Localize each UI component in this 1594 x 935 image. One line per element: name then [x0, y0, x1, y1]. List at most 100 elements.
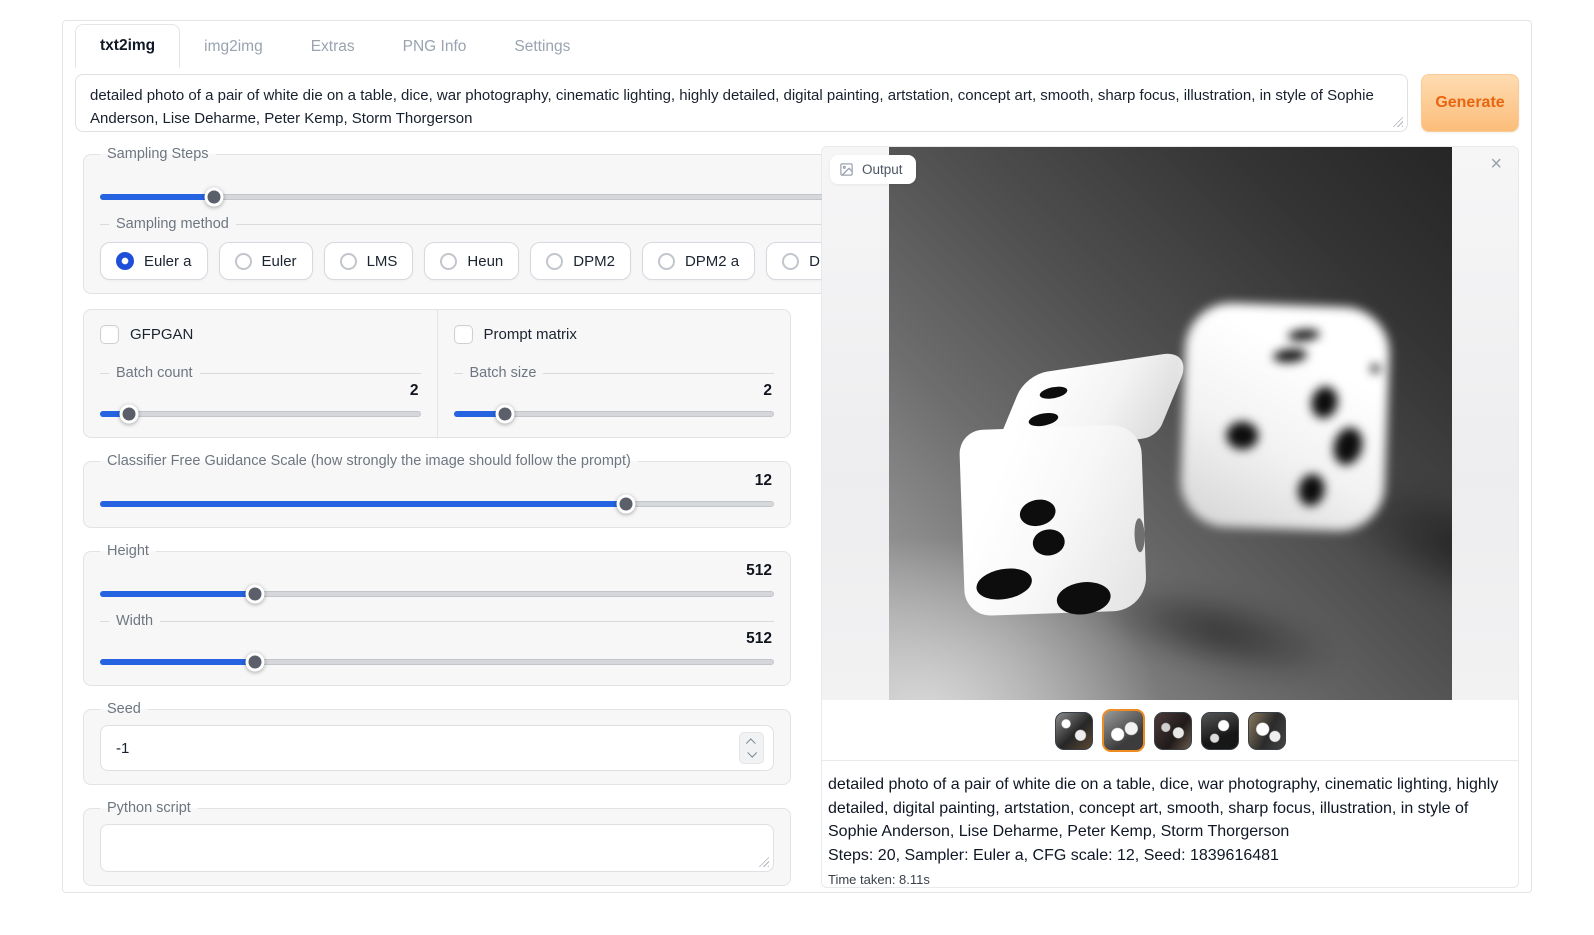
cfg-label: Classifier Free Guidance Scale (how stro… [100, 453, 638, 469]
thumbnail-5[interactable] [1248, 712, 1286, 750]
thumbnail-4[interactable] [1201, 712, 1239, 750]
prompt-input[interactable]: detailed photo of a pair of white die on… [75, 74, 1408, 132]
prompt-row: detailed photo of a pair of white die on… [63, 67, 1531, 144]
height-label: Height [100, 543, 156, 559]
prompt-matrix-checkbox[interactable] [454, 325, 473, 344]
radio-label: DPM2 a [685, 253, 739, 270]
slider-fill [100, 194, 214, 200]
thumbnail-strip [822, 700, 1518, 760]
slider-thumb[interactable] [204, 188, 223, 207]
slider-thumb[interactable] [495, 405, 514, 424]
slider-fill [100, 501, 626, 507]
thumbnail-1[interactable] [1055, 712, 1093, 750]
radio-icon [546, 253, 563, 270]
cfg-group: Classifier Free Guidance Scale (how stro… [83, 453, 791, 528]
radio-label: LMS [367, 253, 398, 270]
seed-label: Seed [100, 701, 148, 717]
slider-thumb[interactable] [246, 585, 265, 604]
radio-dpm2[interactable]: DPM2 [530, 242, 631, 280]
radio-euler-a[interactable]: Euler a [100, 242, 208, 280]
generate-button[interactable]: Generate [1421, 74, 1519, 132]
seed-value: -1 [116, 740, 129, 757]
slider-thumb[interactable] [119, 405, 138, 424]
sampling-steps-label: Sampling Steps [100, 146, 216, 162]
slider-thumb[interactable] [616, 495, 635, 514]
tab-extras[interactable]: Extras [287, 27, 379, 67]
die-body [1179, 302, 1391, 533]
chevron-up-icon [746, 738, 756, 748]
height-value: 512 [100, 562, 772, 580]
gfpgan-label: GFPGAN [130, 326, 193, 343]
generated-image[interactable] [889, 147, 1452, 700]
tab-settings[interactable]: Settings [490, 27, 594, 67]
height-slider[interactable] [100, 584, 774, 604]
output-column: Output × [821, 146, 1519, 888]
radio-label: DPM2 [573, 253, 615, 270]
seed-input[interactable]: -1 [100, 725, 774, 771]
python-script-input[interactable] [100, 824, 774, 872]
batch-count-slider[interactable] [100, 404, 421, 424]
batch-count-group: Batch count 2 [84, 356, 437, 437]
radio-lms[interactable]: LMS [324, 242, 414, 280]
output-panel-chip: Output [830, 155, 916, 184]
die-right [1179, 302, 1391, 533]
resize-handle-icon[interactable] [1390, 114, 1403, 127]
radio-icon [235, 253, 252, 270]
prompt-matrix-cell: Prompt matrix [437, 310, 791, 356]
output-params-text: Steps: 20, Sampler: Euler a, CFG scale: … [828, 844, 1512, 868]
slider-fill [100, 591, 255, 597]
width-label: Width [100, 613, 774, 629]
close-icon[interactable]: × [1490, 154, 1502, 174]
image-viewer: Output × [822, 147, 1518, 700]
batch-size-slider[interactable] [454, 404, 775, 424]
batch-count-label: Batch count [100, 365, 421, 381]
slider-track [100, 411, 421, 417]
generation-info: detailed photo of a pair of white die on… [822, 760, 1518, 887]
thumbnail-2-selected[interactable] [1102, 709, 1145, 752]
width-slider[interactable] [100, 652, 774, 672]
radio-icon [782, 253, 799, 270]
tab-txt2img[interactable]: txt2img [75, 24, 180, 68]
output-panel-label: Output [862, 162, 903, 177]
tab-img2img[interactable]: img2img [180, 27, 287, 67]
chevron-down-icon [747, 748, 757, 758]
radio-icon [658, 253, 675, 270]
radio-label: Euler a [144, 253, 192, 270]
stepper-arrows-icon[interactable] [739, 732, 764, 764]
dimensions-group: Height 512 Width 512 [83, 543, 791, 686]
width-value: 512 [100, 630, 772, 648]
tab-png-info[interactable]: PNG Info [379, 27, 491, 67]
radio-label: Euler [262, 253, 297, 270]
prompt-matrix-label: Prompt matrix [484, 326, 577, 343]
gfpgan-checkbox[interactable] [100, 325, 119, 344]
die-left [956, 368, 1164, 617]
image-icon [839, 162, 854, 177]
resize-handle-icon[interactable] [756, 854, 769, 867]
settings-column: Sampling Steps 20 Sampling method Euler … [83, 146, 791, 888]
radio-icon [116, 252, 134, 270]
slider-fill [100, 659, 255, 665]
batch-options-panel: GFPGAN Prompt matrix Batch count 2 [83, 309, 791, 438]
cfg-value: 12 [100, 472, 772, 490]
radio-heun[interactable]: Heun [424, 242, 519, 280]
radio-dpm2-a[interactable]: DPM2 a [642, 242, 755, 280]
viewer-blur-left [822, 147, 896, 700]
viewer-blur-right [1444, 147, 1518, 700]
seed-group: Seed -1 [83, 701, 791, 785]
output-gallery: Output × [821, 146, 1519, 888]
gfpgan-cell: GFPGAN [84, 310, 437, 356]
batch-count-value: 2 [100, 382, 419, 400]
output-prompt-text: detailed photo of a pair of white die on… [828, 773, 1512, 844]
slider-thumb[interactable] [246, 653, 265, 672]
app-window: txt2img img2img Extras PNG Info Settings… [62, 20, 1532, 893]
batch-size-value: 2 [454, 382, 773, 400]
python-script-group: Python script [83, 800, 791, 886]
cfg-slider[interactable] [100, 494, 774, 514]
radio-icon [340, 253, 357, 270]
thumbnail-3[interactable] [1154, 712, 1192, 750]
radio-label: Heun [467, 253, 503, 270]
radio-icon [440, 253, 457, 270]
python-script-label: Python script [100, 800, 198, 816]
radio-euler[interactable]: Euler [219, 242, 313, 280]
batch-size-label: Batch size [454, 365, 775, 381]
